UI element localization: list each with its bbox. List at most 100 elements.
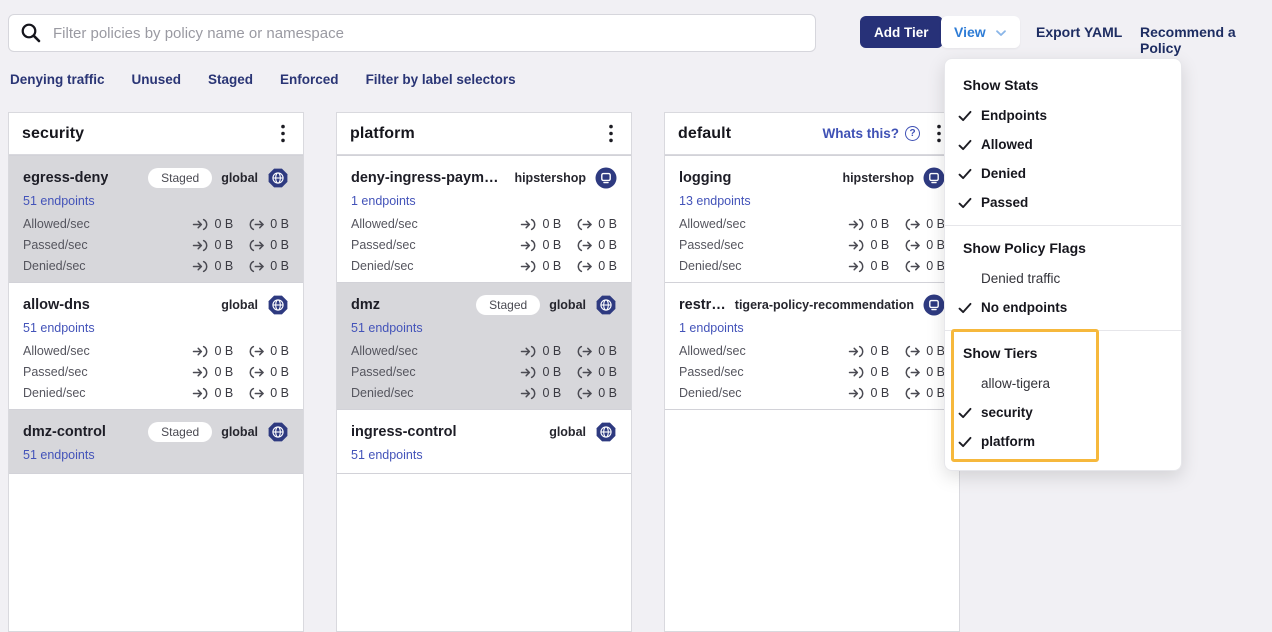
search-input[interactable] — [51, 24, 804, 43]
policy-scope: tigera-policy-recommendation — [735, 298, 914, 312]
egress-bytes: 0 B — [598, 344, 617, 358]
ingress-value: 0 B — [192, 238, 233, 252]
stat-values: 0 B0 B — [520, 259, 617, 273]
menu-section-show-tiers: Show Tiersallow-tigerasecurityplatform — [945, 330, 1181, 464]
kebab-menu-icon[interactable] — [276, 124, 290, 143]
stat-values: 0 B 0 B — [192, 238, 289, 252]
egress-value: 0 B — [576, 217, 617, 231]
ingress-bytes: 0 B — [870, 217, 889, 231]
ingress-icon — [848, 218, 865, 231]
egress-bytes: 0 B — [598, 238, 617, 252]
export-yaml-link[interactable]: Export YAML — [1036, 24, 1122, 40]
policy-meta: global — [221, 294, 289, 316]
stat-values: 0 B 0 B — [520, 344, 617, 358]
stat-values: 0 B0 B — [848, 365, 945, 379]
policy-card[interactable]: dmzStagedglobal51 endpointsAllowed/sec0 … — [337, 282, 631, 409]
filter-link-denying-traffic[interactable]: Denying traffic — [10, 72, 105, 87]
filter-link-staged[interactable]: Staged — [208, 72, 253, 87]
policy-name: dmz-control — [23, 424, 106, 440]
global-icon — [267, 167, 289, 189]
menu-item-label: Denied traffic — [981, 271, 1060, 286]
policy-name: dmz — [351, 297, 380, 313]
endpoints-link[interactable]: 51 endpoints — [23, 194, 95, 208]
egress-value: 0 B — [904, 344, 945, 358]
policy-meta: Stagedglobal — [148, 167, 289, 189]
check-icon — [958, 110, 981, 122]
egress-value: 0 B — [904, 386, 945, 400]
egress-bytes: 0 B — [598, 217, 617, 231]
menu-item-allow-tigera[interactable]: allow-tigera — [945, 369, 1181, 398]
endpoints-link[interactable]: 51 endpoints — [351, 321, 423, 335]
ingress-icon — [848, 345, 865, 358]
egress-icon — [904, 218, 921, 231]
stat-row: Passed/sec0 B0 B — [23, 238, 289, 252]
stat-label: Passed/sec — [679, 365, 848, 379]
endpoints-link[interactable]: 51 endpoints — [23, 448, 95, 462]
filter-link-enforced[interactable]: Enforced — [280, 72, 339, 87]
stat-label: Passed/sec — [679, 238, 848, 252]
policy-scope: global — [221, 298, 258, 312]
egress-value: 0 B — [248, 238, 289, 252]
menu-item-denied-traffic[interactable]: Denied traffic — [945, 264, 1181, 293]
ingress-icon — [520, 218, 537, 231]
endpoints-link[interactable]: 1 endpoints — [351, 194, 416, 208]
ingress-value: 0 B — [520, 365, 561, 379]
endpoints-link[interactable]: 51 endpoints — [351, 448, 423, 462]
menu-item-platform[interactable]: platform — [945, 427, 1181, 456]
menu-item-security[interactable]: security — [945, 398, 1181, 427]
stat-row: Denied/sec0 B0 B — [23, 386, 289, 400]
policy-card[interactable]: ingress-controlglobal51 endpoints — [337, 409, 631, 473]
ingress-icon — [848, 260, 865, 273]
kebab-menu-icon[interactable] — [604, 124, 618, 143]
recommend-policy-link[interactable]: Recommend a Policy — [1140, 24, 1272, 56]
egress-value: 0 B — [248, 217, 289, 231]
ingress-icon — [192, 218, 209, 231]
whats-this-label: Whats this? — [823, 126, 900, 141]
policy-card[interactable]: egress-denyStagedglobal51 endpointsAllow… — [9, 155, 303, 282]
ingress-value: 0 B — [848, 365, 889, 379]
policy-card[interactable]: dmz-controlStagedglobal 51 endpoints — [9, 409, 303, 473]
ingress-icon — [848, 387, 865, 400]
filter-link-filter-by-label-selectors[interactable]: Filter by label selectors — [366, 72, 516, 87]
view-button[interactable]: View — [941, 16, 1020, 48]
egress-value: 0 B — [576, 238, 617, 252]
menu-section-title: Show Policy Flags — [945, 232, 1181, 264]
menu-section-title: Show Tiers — [945, 337, 1181, 369]
ingress-value: 0 B — [192, 344, 233, 358]
policy-card[interactable]: allow-dnsglobal51 endpointsAllowed/sec0 … — [9, 282, 303, 409]
egress-bytes: 0 B — [926, 259, 945, 273]
policy-name: allow-dns — [23, 297, 90, 313]
menu-item-passed[interactable]: Passed — [945, 188, 1181, 217]
endpoints-link[interactable]: 1 endpoints — [679, 321, 744, 335]
egress-bytes: 0 B — [270, 344, 289, 358]
stat-label: Denied/sec — [351, 386, 520, 400]
policy-scope: global — [221, 425, 258, 439]
egress-icon — [904, 260, 921, 273]
whats-this-link[interactable]: Whats this?? — [823, 126, 921, 141]
policy-card[interactable]: logginghipstershop13 endpointsAllowed/se… — [665, 155, 959, 282]
policy-scope: global — [549, 425, 586, 439]
policy-card-header: dmz-controlStagedglobal — [23, 421, 289, 443]
empty-space — [337, 473, 631, 593]
ingress-value: 0 B — [192, 217, 233, 231]
policy-card[interactable]: deny-ingress-paymentservi…hipstershop1 e… — [337, 155, 631, 282]
egress-icon — [576, 239, 593, 252]
policy-meta: hipstershop — [842, 167, 945, 189]
ingress-icon — [192, 366, 209, 379]
tier-title: platform — [350, 125, 604, 143]
menu-item-denied[interactable]: Denied — [945, 159, 1181, 188]
ingress-value: 0 B — [192, 365, 233, 379]
menu-item-allowed[interactable]: Allowed — [945, 130, 1181, 159]
staged-badge: Staged — [476, 295, 540, 315]
policy-card[interactable]: restrictedtigera-policy-recommendation1 … — [665, 282, 959, 409]
add-tier-button[interactable]: Add Tier — [860, 16, 943, 48]
menu-item-no-endpoints[interactable]: No endpoints — [945, 293, 1181, 322]
staged-badge: Staged — [148, 168, 212, 188]
filter-link-unused[interactable]: Unused — [132, 72, 182, 87]
ingress-bytes: 0 B — [542, 344, 561, 358]
menu-item-endpoints[interactable]: Endpoints — [945, 101, 1181, 130]
endpoints-link[interactable]: 13 endpoints — [679, 194, 751, 208]
global-icon — [267, 421, 289, 443]
endpoints-link[interactable]: 51 endpoints — [23, 321, 95, 335]
ingress-bytes: 0 B — [214, 365, 233, 379]
